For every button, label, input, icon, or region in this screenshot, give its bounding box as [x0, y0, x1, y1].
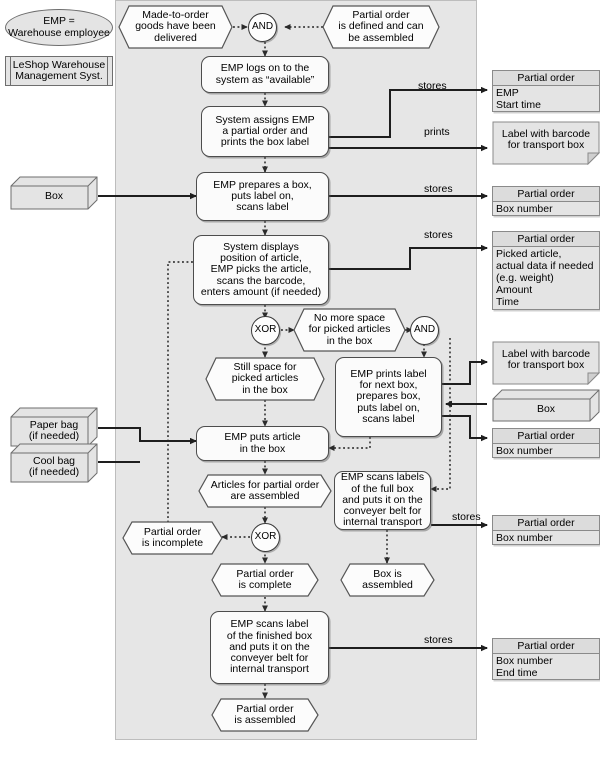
connector-label: XOR — [254, 531, 277, 543]
diagram-canvas: EMP = Warehouse employee LeShop Warehous… — [0, 0, 600, 762]
data-header: Partial order — [493, 187, 599, 202]
resource-label: Box — [536, 402, 556, 415]
event-label: Partial order is complete — [236, 567, 294, 591]
data-object-partial-order-start[interactable]: Partial order EMP Start time — [492, 70, 600, 112]
event-articles-assembled[interactable]: Articles for partial order are assembled — [198, 474, 332, 508]
event-label: Made-to-order goods have been delivered — [135, 9, 216, 44]
edge-label-stores-2: stores — [424, 183, 453, 195]
data-header: Partial order — [493, 516, 599, 531]
resource-label: Cool bag (if needed) — [28, 454, 80, 478]
resource-label: Box — [44, 190, 64, 203]
function-emp-prepares-box[interactable]: EMP prepares a box, puts label on, scans… — [196, 172, 329, 221]
legend-system-label: LeShop Warehouse Management Syst. — [12, 58, 106, 82]
connector-xor-space[interactable]: XOR — [251, 316, 280, 345]
event-made-to-order[interactable]: Made-to-order goods have been delivered — [118, 5, 233, 49]
data-header: Partial order — [493, 71, 599, 86]
data-body: Box number — [496, 532, 553, 544]
data-object-partial-order-end[interactable]: Partial order Box number End time — [492, 638, 600, 680]
event-label: Still space for picked articles in the b… — [231, 361, 299, 396]
resource-box-left[interactable]: Box — [10, 176, 98, 210]
data-body: Box number End time — [496, 655, 553, 679]
legend-role-label: EMP = Warehouse employee — [8, 15, 110, 39]
function-emp-prints-label-next-box[interactable]: EMP prints label for next box, prepares … — [335, 357, 442, 437]
edge-label-prints: prints — [424, 126, 450, 138]
function-system-displays[interactable]: System displays position of article, EMP… — [193, 235, 329, 305]
function-label: EMP prints label for next box, prepares … — [350, 367, 427, 425]
data-body: Box number — [496, 445, 553, 457]
function-emp-puts-article[interactable]: EMP puts article in the box — [196, 426, 329, 461]
resource-cool-bag[interactable]: Cool bag (if needed) — [10, 443, 98, 483]
event-partial-order-defined[interactable]: Partial order is defined and can be asse… — [322, 5, 440, 49]
function-emp-logs-on[interactable]: EMP logs on to the system as “available” — [201, 56, 329, 93]
function-label: EMP scans labels of the full box and put… — [340, 471, 425, 529]
function-label: EMP puts article in the box — [224, 431, 301, 455]
event-partial-order-assembled[interactable]: Partial order is assembled — [211, 698, 319, 732]
document-label: Label with barcode for transport box — [501, 347, 591, 371]
event-label: Partial order is assembled — [234, 702, 296, 726]
event-label: Articles for partial order are assembled — [210, 478, 320, 502]
resource-label: Paper bag (if needed) — [28, 418, 80, 442]
connector-xor-complete[interactable]: XOR — [251, 523, 280, 552]
edge-label-stores-1: stores — [418, 80, 447, 92]
function-label: System displays position of article, EMP… — [200, 240, 322, 298]
connector-and-space[interactable]: AND — [410, 316, 439, 345]
function-emp-scans-finished-box[interactable]: EMP scans label of the finished box and … — [210, 611, 329, 684]
event-partial-order-incomplete[interactable]: Partial order is incomplete — [122, 521, 223, 555]
connector-label: AND — [413, 324, 436, 336]
resource-box-right[interactable]: Box — [492, 389, 600, 422]
data-body: Picked article, actual data if needed (e… — [496, 248, 594, 308]
function-label: System assigns EMP a partial order and p… — [215, 113, 315, 149]
data-header: Partial order — [493, 232, 599, 247]
function-system-assigns[interactable]: System assigns EMP a partial order and p… — [201, 106, 329, 157]
edge-label-stores-3: stores — [424, 229, 453, 241]
edge-label-stores-5: stores — [424, 634, 453, 646]
legend-system: LeShop Warehouse Management Syst. — [5, 56, 113, 86]
event-label: Partial order is incomplete — [141, 525, 204, 549]
edge-label-stores-4: stores — [452, 511, 481, 523]
function-label: EMP scans label of the finished box and … — [226, 618, 313, 676]
function-emp-scans-full-box[interactable]: EMP scans labels of the full box and put… — [334, 471, 431, 530]
event-label: No more space for picked articles in the… — [308, 312, 391, 347]
data-header: Partial order — [493, 429, 599, 444]
event-label: Partial order is defined and can be asse… — [338, 9, 424, 44]
event-partial-order-complete[interactable]: Partial order is complete — [211, 563, 319, 597]
event-no-more-space[interactable]: No more space for picked articles in the… — [293, 308, 406, 352]
data-header: Partial order — [493, 639, 599, 654]
data-object-partial-order-picked-article[interactable]: Partial order Picked article, actual dat… — [492, 231, 600, 310]
data-body: Box number — [496, 203, 553, 215]
event-label: Box is assembled — [362, 567, 413, 591]
data-object-partial-order-box-number-2[interactable]: Partial order Box number — [492, 428, 600, 458]
document-label: Label with barcode for transport box — [501, 127, 591, 151]
connector-and-top[interactable]: AND — [248, 13, 277, 42]
data-object-partial-order-box-number-3[interactable]: Partial order Box number — [492, 515, 600, 545]
event-box-assembled[interactable]: Box is assembled — [340, 563, 435, 597]
function-label: EMP prepares a box, puts label on, scans… — [213, 178, 312, 214]
event-still-space[interactable]: Still space for picked articles in the b… — [205, 357, 325, 401]
legend-role: EMP = Warehouse employee — [5, 9, 113, 46]
document-label-barcode-1[interactable]: Label with barcode for transport box — [492, 121, 600, 165]
document-label-barcode-2[interactable]: Label with barcode for transport box — [492, 341, 600, 385]
connector-label: AND — [251, 21, 274, 33]
data-object-partial-order-box-number-1[interactable]: Partial order Box number — [492, 186, 600, 216]
data-body: EMP Start time — [496, 87, 541, 111]
resource-paper-bag[interactable]: Paper bag (if needed) — [10, 407, 98, 447]
connector-label: XOR — [254, 324, 277, 336]
function-label: EMP logs on to the system as “available” — [215, 62, 315, 86]
